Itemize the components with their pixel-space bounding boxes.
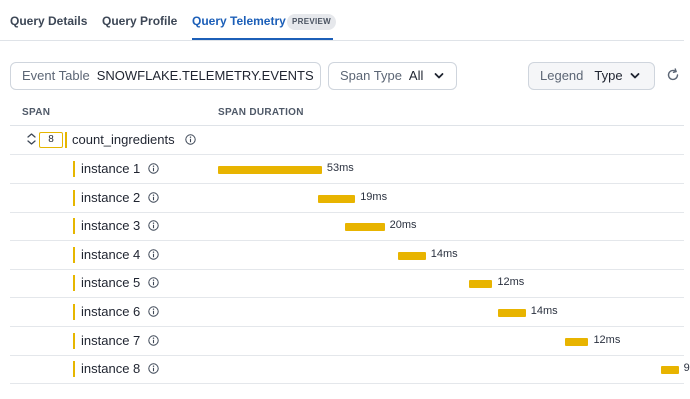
- span-name: instance 8: [81, 361, 141, 376]
- table-header: SPAN SPAN DURATION: [10, 100, 684, 126]
- span-type-marker: [73, 333, 75, 349]
- span-row[interactable]: instance 2 19ms: [10, 184, 684, 213]
- span-row[interactable]: instance 1 53ms: [10, 155, 684, 184]
- span-duration-column-header: SPAN DURATION: [218, 107, 304, 118]
- span-count-badge: 8: [39, 132, 63, 148]
- parent-span-name: count_ingredients: [72, 132, 175, 147]
- span-row[interactable]: instance 8 9ms: [10, 355, 690, 384]
- info-icon[interactable]: [148, 335, 159, 346]
- span-name: instance 6: [81, 304, 141, 319]
- legend-select[interactable]: Legend Type: [528, 62, 655, 90]
- tab-query-details[interactable]: Query Details: [10, 14, 87, 28]
- span-type-select[interactable]: Span Type All: [328, 62, 457, 90]
- info-icon[interactable]: [185, 134, 196, 145]
- span-duration-label: 12ms: [497, 276, 525, 288]
- info-icon[interactable]: [148, 249, 159, 260]
- span-duration-bar[interactable]: [498, 309, 526, 317]
- span-type-marker: [73, 218, 75, 234]
- span-type-marker: [73, 361, 75, 377]
- span-row[interactable]: instance 7 12ms: [10, 327, 684, 356]
- span-name: instance 7: [81, 333, 141, 348]
- tab-query-profile[interactable]: Query Profile: [102, 14, 177, 28]
- info-icon[interactable]: [148, 277, 159, 288]
- chevron-down-icon: [630, 73, 640, 79]
- span-name: instance 4: [81, 247, 141, 262]
- span-duration-label: 12ms: [593, 334, 621, 346]
- span-type-marker: [73, 304, 75, 320]
- info-icon[interactable]: [148, 192, 159, 203]
- span-column-header: SPAN: [22, 107, 51, 118]
- span-type-marker: [73, 275, 75, 291]
- span-duration-label: 14ms: [430, 248, 458, 260]
- span-duration-bar[interactable]: [564, 338, 589, 346]
- span-duration-label: 9ms: [683, 362, 690, 374]
- span-row[interactable]: instance 6 14ms: [10, 298, 684, 327]
- info-icon[interactable]: [148, 220, 159, 231]
- active-tab-indicator: [192, 38, 333, 40]
- span-type-marker: [65, 132, 67, 148]
- chevron-down-icon: [434, 73, 444, 79]
- span-duration-bar[interactable]: [218, 166, 322, 174]
- span-type-marker: [73, 247, 75, 263]
- preview-badge: PREVIEW: [287, 14, 336, 30]
- span-duration-label: 19ms: [360, 191, 388, 203]
- tab-bar: Query Details Query Profile Query Teleme…: [0, 0, 684, 41]
- span-duration-bar[interactable]: [345, 223, 385, 231]
- span-type-marker: [73, 190, 75, 206]
- span-type-label: Span Type: [340, 68, 402, 83]
- span-duration-bar[interactable]: [317, 195, 356, 203]
- collapse-icon[interactable]: [27, 133, 36, 145]
- parent-span-row[interactable]: 8 count_ingredients: [10, 126, 684, 155]
- legend-label: Legend: [540, 68, 584, 83]
- span-type-value: All: [408, 68, 424, 83]
- span-duration-label: 20ms: [389, 219, 417, 231]
- refresh-icon[interactable]: [666, 68, 680, 82]
- span-row[interactable]: instance 4 14ms: [10, 241, 684, 270]
- event-table-value: SNOWFLAKE.TELEMETRY.EVENTS: [96, 68, 314, 83]
- span-row[interactable]: instance 3 20ms: [10, 212, 684, 241]
- span-duration-bar[interactable]: [398, 252, 426, 260]
- event-table-field[interactable]: Event Table SNOWFLAKE.TELEMETRY.EVENTS: [10, 62, 321, 90]
- info-icon[interactable]: [148, 363, 159, 374]
- span-name: instance 5: [81, 275, 141, 290]
- span-duration-label: 53ms: [326, 162, 354, 174]
- event-table-label: Event Table: [22, 68, 90, 83]
- span-duration-bar[interactable]: [468, 280, 493, 288]
- span-duration-label: 14ms: [530, 305, 558, 317]
- span-name: instance 1: [81, 161, 141, 176]
- span-name: instance 2: [81, 190, 141, 205]
- span-name: instance 3: [81, 218, 141, 233]
- span-row[interactable]: instance 5 12ms: [10, 269, 684, 298]
- info-icon[interactable]: [148, 163, 159, 174]
- info-icon[interactable]: [148, 306, 159, 317]
- tab-query-telemetry[interactable]: Query Telemetry: [192, 14, 286, 28]
- span-type-marker: [73, 161, 75, 177]
- span-duration-bar[interactable]: [660, 366, 679, 374]
- legend-value: Type: [594, 68, 623, 83]
